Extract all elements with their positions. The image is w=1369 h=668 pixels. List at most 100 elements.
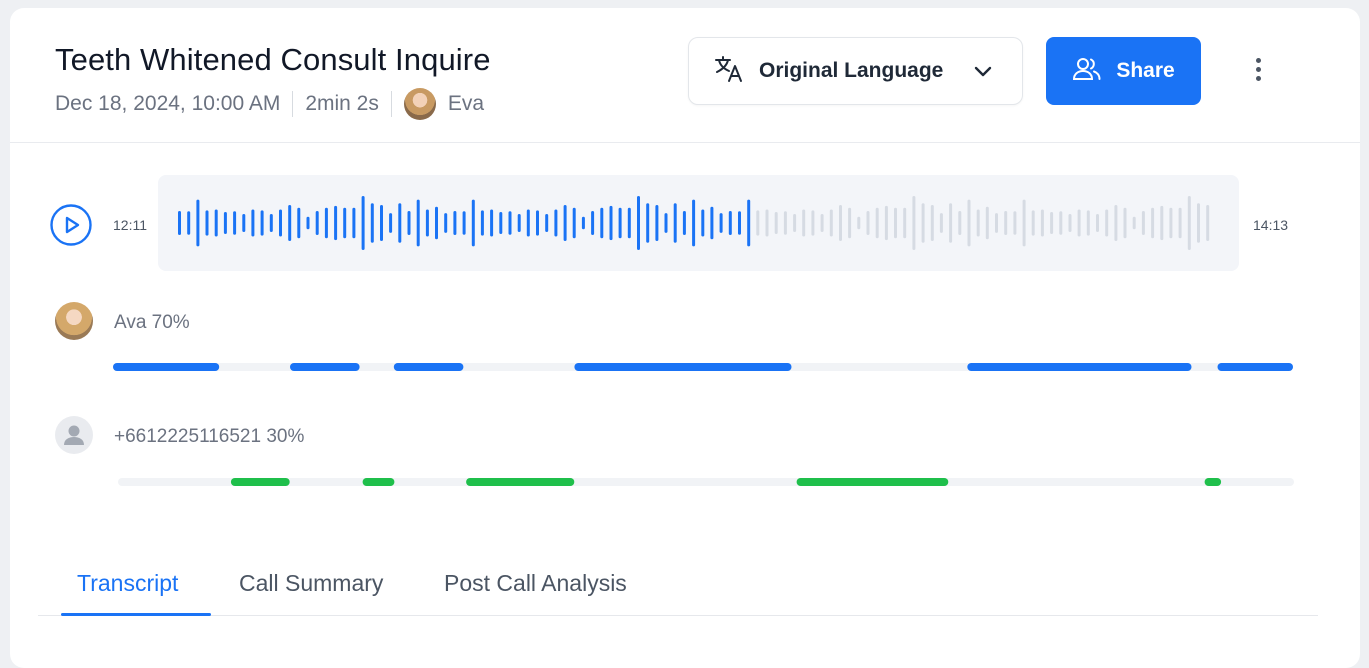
call-duration: 2min 2s [305,92,379,115]
waveform-bar [646,203,650,243]
waveform-bar [306,216,310,230]
speech-segment[interactable] [1217,363,1294,371]
waveform-bar [251,209,255,237]
waveform-bar [884,205,888,241]
waveform-bar [1031,210,1035,236]
waveform-bar [1040,209,1044,237]
waveform-bar [1004,211,1008,235]
waveform-bar [453,211,457,235]
waveform-bar [572,207,576,239]
speaker-label: +6612225116521 30% [114,426,305,447]
active-tab-indicator [61,613,211,616]
speech-segment[interactable] [290,363,360,371]
waveform-bar [682,211,686,235]
waveform-bar [315,211,319,235]
waveform-bar [1178,207,1182,239]
waveform-bar [618,207,622,239]
waveform-bar [260,210,264,236]
agent-name: Eva [447,92,485,115]
playback-end-time: 14:13 [1253,217,1289,233]
speech-segment[interactable] [796,478,949,486]
speech-segment[interactable] [113,363,220,371]
call-title: Teeth Whitened Consult Inquire [55,42,491,77]
speaker-label: Ava 70% [114,312,190,333]
waveform-bar [949,203,953,243]
waveform-bar [802,209,806,237]
speech-segment[interactable] [466,478,575,486]
waveform-bar [756,210,760,236]
speech-segment[interactable] [1204,478,1222,486]
waveform-bar [517,214,521,232]
speech-segment[interactable] [967,363,1192,371]
waveform-bar [609,205,613,241]
waveform-bar [398,203,402,243]
call-header: Teeth Whitened Consult Inquire Dec 18, 2… [10,8,1360,143]
waveform-bar [839,205,842,241]
waveform-bar [279,209,282,237]
speech-segment[interactable] [393,363,464,371]
share-button[interactable]: Share [1046,37,1201,105]
waveform-bar [462,211,466,235]
waveform-bar [425,209,429,237]
waveform-bar [793,214,797,232]
speech-segment[interactable] [230,478,290,486]
call-date: Dec 18, 2024, 10:00 AM [55,92,281,115]
share-button-label: Share [1116,59,1175,82]
waveform-bar [1114,205,1118,241]
waveform-bar [747,199,751,247]
waveform-bar [205,210,209,236]
timeline-track [118,478,1294,486]
waveform-bar [563,205,567,241]
waveform-bar [1197,203,1200,243]
waveform-bar [637,196,640,250]
waveform-bar [490,209,494,237]
waveform-bar [508,211,512,235]
speech-segment[interactable] [574,363,792,371]
waveform-bar [921,203,925,243]
waveform-bar [627,207,631,239]
translate-icon [713,53,745,90]
language-select[interactable]: Original Language [688,37,1023,105]
waveform-bar [1086,210,1090,236]
waveform-bar [1068,214,1072,232]
waveform-bar [591,211,595,235]
meta-divider [292,91,294,117]
waveform-bar [995,213,998,233]
waveform-bar [1160,205,1164,241]
waveform-bar [380,205,383,241]
waveform-bar [361,196,365,250]
waveform-bar [288,205,292,241]
waveform-bar [471,199,475,247]
waveform-bar [875,207,879,239]
waveform-bar [407,211,411,235]
call-meta: Dec 18, 2024, 10:00 AM 2min 2s Eva [55,88,484,120]
tab-call-summary[interactable]: Call Summary [239,570,383,597]
waveform-bar [719,213,723,233]
waveform-bar [526,209,530,237]
waveform-bar [416,199,420,247]
audio-waveform[interactable] [158,175,1239,271]
speech-segment[interactable] [362,478,395,486]
call-detail-card: Teeth Whitened Consult Inquire Dec 18, 2… [10,8,1360,668]
waveform-bar [655,205,659,241]
waveform-bar [297,207,301,239]
waveform-bar [728,211,732,235]
waveform-bar [196,199,200,247]
agent-avatar [403,88,436,120]
waveform-bar [545,214,549,232]
waveform-bar [1132,216,1136,230]
waveform-bar [1169,207,1173,239]
waveform-bar [444,213,448,233]
waveform-bar [894,207,897,239]
waveform-bar [673,203,677,243]
tab-transcript[interactable]: Transcript [77,570,178,597]
waveform-bar [499,212,503,234]
play-button[interactable] [50,204,92,246]
more-options-icon[interactable] [1246,58,1270,86]
waveform-bar [1022,199,1026,247]
waveform-bar [967,199,971,247]
waveform-bar [554,209,558,237]
waveform-bar [664,213,668,233]
tab-post-call-analysis[interactable]: Post Call Analysis [444,570,627,597]
waveform-bar [701,209,705,237]
